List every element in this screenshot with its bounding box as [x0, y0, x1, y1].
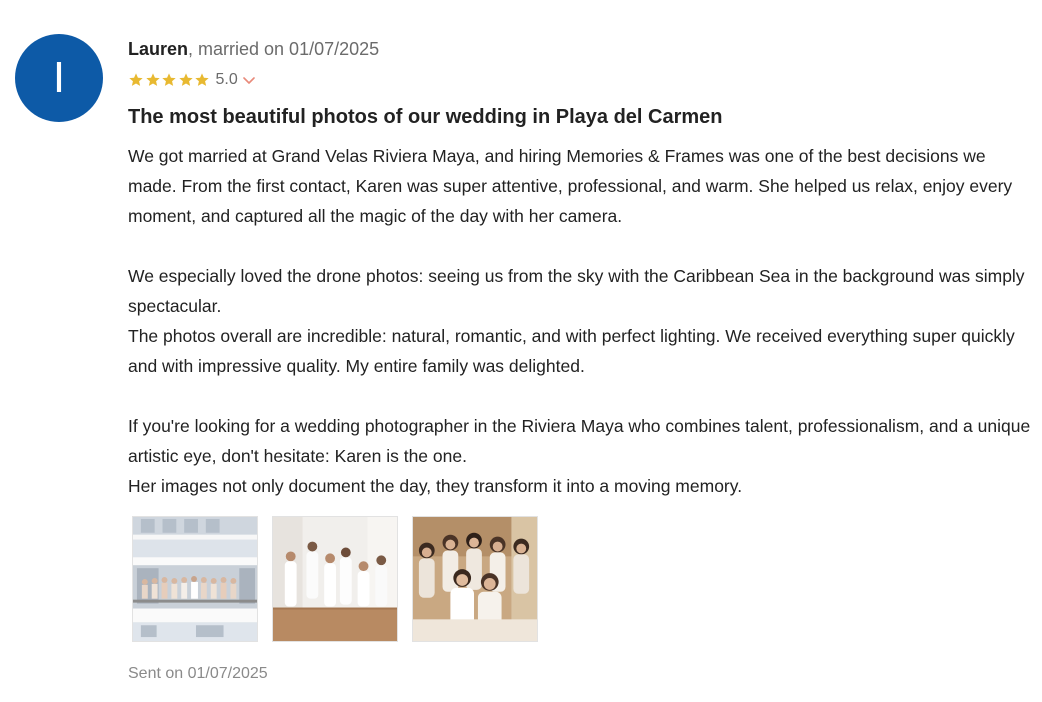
review-title: The most beautiful photos of our wedding… [128, 106, 723, 128]
photo-balcony-bridal-party [133, 517, 257, 641]
photo-bride-group-portrait [413, 517, 537, 641]
rating-value: 5.0 [215, 71, 238, 88]
star-icon [145, 72, 162, 88]
review-paragraph: The photos overall are incredible: natur… [128, 326, 1015, 376]
rating-row[interactable]: 5.0 [128, 71, 1033, 89]
review-author-line: Lauren, married on 01/07/2025 [128, 36, 1033, 62]
review-paragraph: Her images not only document the day, th… [128, 476, 743, 496]
avatar-initial: I [52, 53, 66, 102]
avatar: I [15, 34, 103, 122]
review-paragraph: We especially loved the drone photos: se… [128, 266, 1025, 316]
star-icon [178, 72, 195, 88]
star-rating [128, 72, 211, 88]
review-photo-gallery [132, 516, 1033, 642]
author-meta: , married on 01/07/2025 [188, 39, 380, 59]
star-icon [194, 72, 211, 88]
review-paragraph: We got married at Grand Velas Riviera Ma… [128, 146, 1013, 226]
review-content: Lauren, married on 01/07/2025 5.0 The mo… [128, 36, 1033, 685]
review-paragraph: If you're looking for a wedding photogra… [128, 416, 1031, 466]
chevron-down-icon[interactable] [242, 75, 255, 85]
star-icon [161, 72, 178, 88]
review-photo-2[interactable] [272, 516, 398, 642]
review-body: We got married at Grand Velas Riviera Ma… [128, 141, 1033, 501]
review-photo-3[interactable] [412, 516, 538, 642]
author-name: Lauren [128, 39, 189, 59]
review-photo-1[interactable] [132, 516, 258, 642]
photo-room-bridesmaids [273, 517, 397, 641]
sent-date: Sent on 01/07/2025 [128, 665, 268, 682]
star-icon [128, 72, 145, 88]
